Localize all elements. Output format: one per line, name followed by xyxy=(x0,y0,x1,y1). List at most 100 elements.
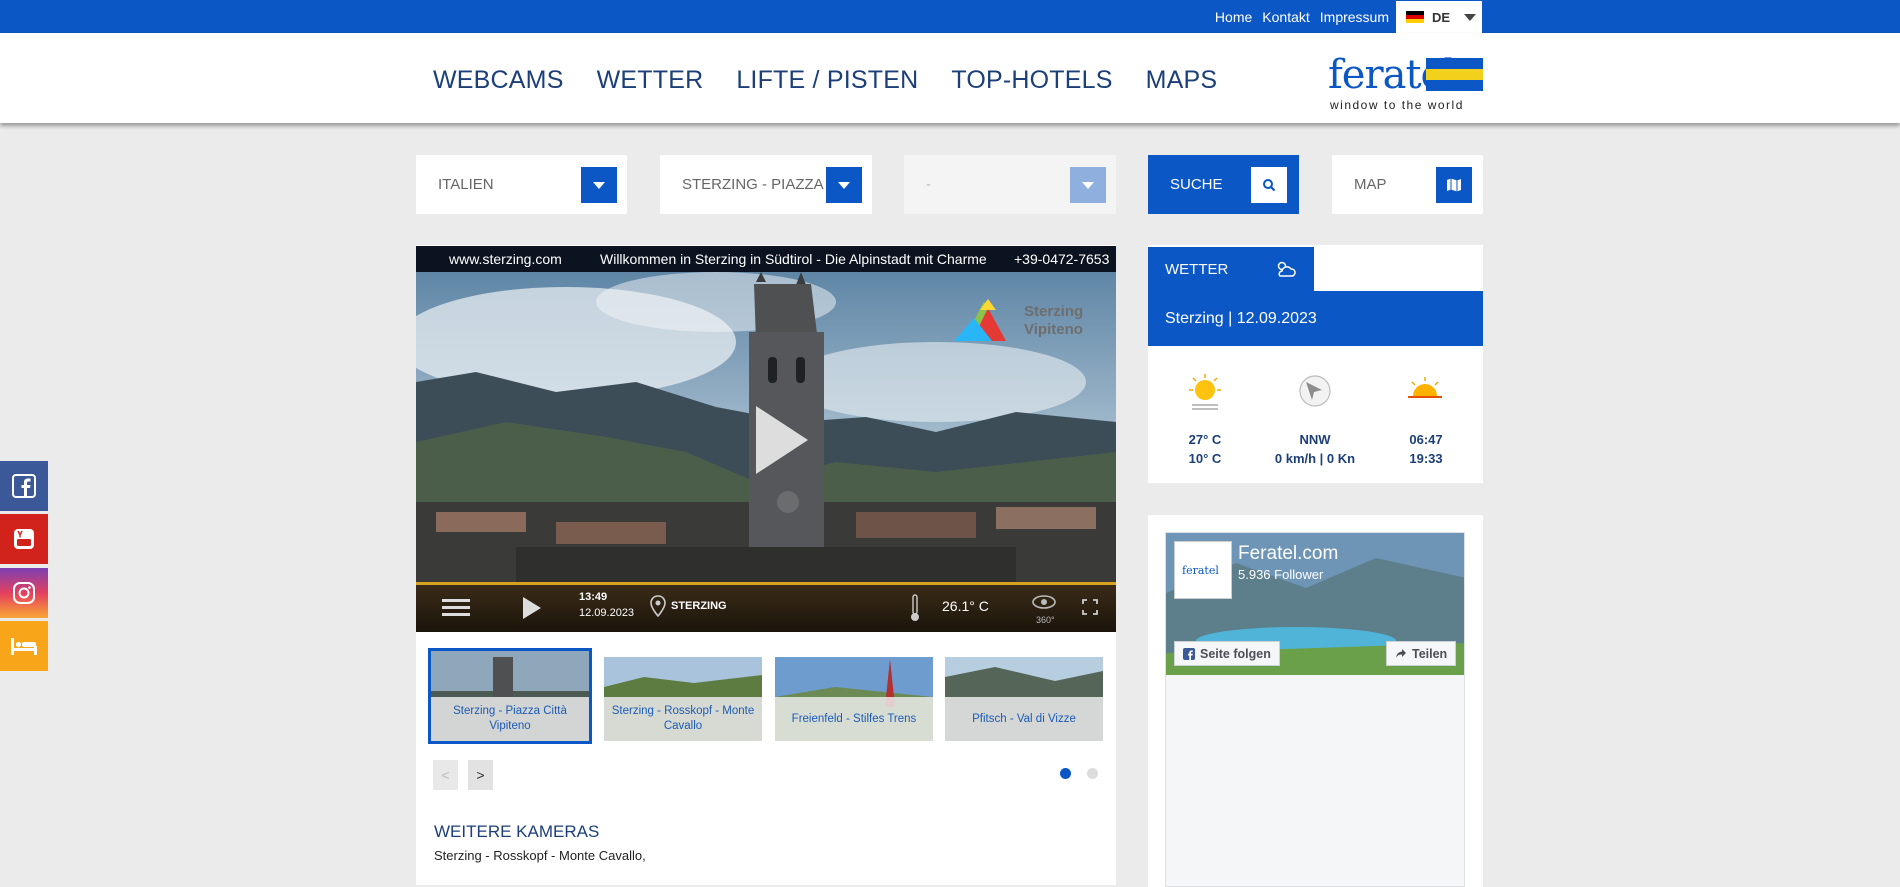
thumbnail-next-button[interactable]: > xyxy=(468,760,493,790)
sunrise-time: 06:47 xyxy=(1409,432,1443,447)
instagram-icon xyxy=(13,582,35,604)
kontakt-link[interactable]: Kontakt xyxy=(1262,9,1309,25)
facebook-icon xyxy=(12,474,36,498)
home-link[interactable]: Home xyxy=(1215,9,1252,25)
play-overlay-icon[interactable] xyxy=(756,406,808,474)
weather-place-date: Sterzing | 12.09.2023 xyxy=(1148,291,1483,346)
video-time: 13:49 xyxy=(579,591,608,603)
weather-wind: NNW 0 km/h | 0 Kn xyxy=(1255,430,1375,468)
youtube-side-button[interactable] xyxy=(0,514,48,564)
wind-speed: 0 km/h | 0 Kn xyxy=(1274,451,1356,466)
play-icon[interactable] xyxy=(521,595,543,621)
thumbnail-2[interactable]: Freienfeld - Stilfes Trens xyxy=(775,655,933,741)
impressum-link[interactable]: Impressum xyxy=(1320,9,1389,25)
country-dropdown-button[interactable] xyxy=(581,167,617,203)
nav-top-hotels[interactable]: TOP-HOTELS xyxy=(951,66,1112,95)
weather-sun: 06:47 19:33 xyxy=(1366,430,1486,468)
sublocation-select[interactable]: - xyxy=(904,155,1116,214)
facebook-avatar[interactable]: feratel xyxy=(1174,541,1232,599)
video-date: 12.09.2023 xyxy=(579,607,635,619)
nav-webcams[interactable]: WEBCAMS xyxy=(433,66,564,95)
thumbnail-caption: Sterzing - Rosskopf - Monte Cavallo xyxy=(604,697,762,741)
header: WEBCAMS WETTER LIFTE / PISTEN TOP-HOTELS… xyxy=(0,33,1900,123)
wind-direction: NNW xyxy=(1299,432,1331,447)
chevron-down-icon xyxy=(1082,181,1094,189)
thumbnail-3[interactable]: Pfitsch - Val di Vizze xyxy=(945,655,1103,741)
map-button[interactable]: MAP xyxy=(1332,155,1483,214)
brand-line2: Vipiteno xyxy=(1024,321,1083,338)
facebook-page-name[interactable]: Feratel.com xyxy=(1238,543,1338,565)
pager-dot-active[interactable] xyxy=(1060,768,1071,779)
sun-cloud-icon xyxy=(1277,261,1296,277)
facebook-followers: 5.936 Follower xyxy=(1238,567,1324,582)
sunny-icon xyxy=(1189,374,1221,410)
logo-tagline: window to the world xyxy=(1330,98,1464,112)
language-selector[interactable]: DE xyxy=(1396,1,1482,33)
country-select[interactable]: ITALIEN xyxy=(416,155,627,214)
youtube-icon xyxy=(14,529,34,549)
thumbnail-prev-button[interactable]: < xyxy=(433,760,458,790)
pager-dot[interactable] xyxy=(1087,768,1098,779)
nav-wetter[interactable]: WETTER xyxy=(597,66,704,95)
top-links: Home Kontakt Impressum xyxy=(1215,0,1389,33)
thumbnail-0[interactable]: Sterzing - Piazza Città Vipiteno xyxy=(428,648,592,744)
logo-flag-icon xyxy=(1426,58,1483,93)
facebook-follow-button[interactable]: Seite folgen xyxy=(1174,641,1280,666)
location-value: STERZING - PIAZZA xyxy=(682,176,824,193)
more-cameras-list[interactable]: Sterzing - Rosskopf - Monte Cavallo, xyxy=(434,848,646,863)
map-icon xyxy=(1447,178,1461,192)
sunrise-icon xyxy=(1408,377,1442,398)
brand-line1: Sterzing xyxy=(1024,303,1083,320)
facebook-icon xyxy=(1183,647,1195,660)
panorama-360-icon[interactable] xyxy=(1031,593,1057,613)
sunset-time: 19:33 xyxy=(1409,451,1443,466)
search-button[interactable]: SUCHE xyxy=(1148,155,1299,214)
chevron-down-icon xyxy=(1464,13,1477,21)
menu-icon[interactable] xyxy=(442,597,470,619)
player-controls: 13:49 12.09.2023 STERZING 26.1° C 360° xyxy=(416,582,1116,632)
video-header-bar: www.sterzing.com Willkommen in Sterzing … xyxy=(416,246,1116,272)
map-label: MAP xyxy=(1354,176,1387,193)
thumbnail-caption: Sterzing - Piazza Città Vipiteno xyxy=(431,697,589,741)
thermometer-icon xyxy=(911,594,919,621)
weather-tab-label: WETTER xyxy=(1165,260,1229,278)
location-pin-icon xyxy=(650,595,666,617)
sublocation-dropdown-button[interactable] xyxy=(1070,167,1106,203)
panorama-label: 360° xyxy=(1036,615,1055,625)
facebook-share-button[interactable]: Teilen xyxy=(1386,641,1457,666)
facebook-side-button[interactable] xyxy=(0,461,48,511)
instagram-side-button[interactable] xyxy=(0,568,48,618)
thumbnail-caption: Freienfeld - Stilfes Trens xyxy=(775,697,933,741)
nav-maps[interactable]: MAPS xyxy=(1146,66,1218,95)
weather-tab[interactable]: WETTER xyxy=(1148,247,1314,291)
facebook-page-widget: feratel Feratel.com 5.936 Follower Seite… xyxy=(1165,532,1465,887)
video-welcome: Willkommen in Sterzing in Südtirol - Die… xyxy=(600,251,987,267)
temp-max: 27° C xyxy=(1188,432,1222,447)
country-value: ITALIEN xyxy=(438,176,494,193)
avatar-wordmark: feratel xyxy=(1182,564,1219,577)
hotel-side-button[interactable] xyxy=(0,621,48,671)
temp-min: 10° C xyxy=(1188,451,1222,466)
chevron-down-icon xyxy=(838,181,850,189)
thumbnail-1[interactable]: Sterzing - Rosskopf - Monte Cavallo xyxy=(604,655,762,741)
map-icon-button[interactable] xyxy=(1436,167,1472,203)
language-code: DE xyxy=(1432,9,1451,25)
fullscreen-icon[interactable] xyxy=(1082,599,1098,615)
search-label: SUCHE xyxy=(1170,176,1223,193)
webcam-player[interactable]: Sterzing Vipiteno www.sterzing.com Willk… xyxy=(416,246,1116,632)
search-icon xyxy=(1263,179,1276,192)
location-select[interactable]: STERZING - PIAZZA xyxy=(660,155,872,214)
location-dropdown-button[interactable] xyxy=(826,167,862,203)
feratel-logo[interactable]: feratel window to the world xyxy=(1328,53,1483,113)
share-label: Teilen xyxy=(1412,646,1448,661)
more-cameras-title: WEITERE KAMERAS xyxy=(434,822,600,841)
video-temperature: 26.1° C xyxy=(942,598,989,614)
search-icon-button[interactable] xyxy=(1251,167,1287,203)
top-bar xyxy=(0,0,1900,33)
german-flag-icon xyxy=(1406,11,1424,23)
bed-icon xyxy=(11,638,37,655)
main-nav: WEBCAMS WETTER LIFTE / PISTEN TOP-HOTELS… xyxy=(433,66,1217,95)
wind-direction-icon xyxy=(1299,375,1331,407)
weather-temperature: 27° C 10° C xyxy=(1145,430,1265,468)
nav-lifte-pisten[interactable]: LIFTE / PISTEN xyxy=(736,66,918,95)
